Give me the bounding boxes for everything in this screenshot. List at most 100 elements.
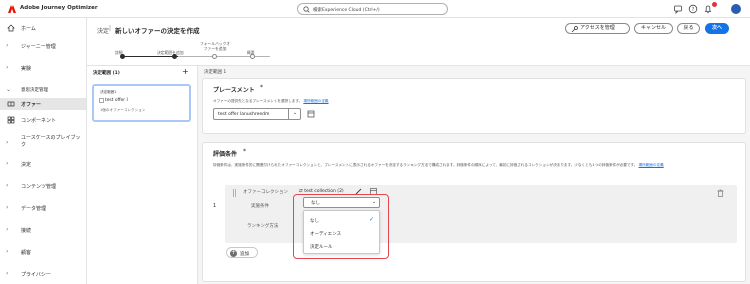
step-dot bbox=[120, 54, 125, 59]
sidebar-item-privacy[interactable]: › プライバシー bbox=[0, 268, 87, 280]
sidebar-item-components[interactable]: コンポーネント bbox=[0, 114, 87, 126]
help-icon[interactable]: ? bbox=[688, 4, 698, 14]
step-label: 決定範囲を追加 bbox=[157, 50, 184, 55]
stepper: 詳細 決定範囲を追加 フォールバックオファーを追加 概要 bbox=[111, 41, 271, 64]
select-separator bbox=[288, 109, 289, 119]
placement-description: オファーの提供先となるプレースメントを選択します。 場所範囲の定義 bbox=[213, 99, 329, 104]
offer-icon bbox=[99, 98, 104, 103]
manage-access-label: アクセスを管理 bbox=[580, 25, 615, 31]
chevron-right-icon: › bbox=[6, 42, 9, 49]
step-dot bbox=[250, 54, 255, 59]
decision-scope-title: 決定範囲 (1) bbox=[93, 71, 120, 76]
placement-selected-value: test offer lanushreedm bbox=[218, 112, 270, 117]
placement-title: プレースメント bbox=[213, 87, 255, 94]
step-dot-current bbox=[172, 54, 177, 59]
required-asterisk: * bbox=[260, 84, 263, 91]
breadcrumb-separator: | bbox=[109, 25, 112, 32]
sidebar-item-label: オファー bbox=[21, 102, 42, 108]
cancel-button[interactable]: キャンセル bbox=[634, 23, 673, 34]
trash-icon[interactable] bbox=[717, 189, 724, 197]
sidebar-item-label: コンテンツ管理 bbox=[21, 184, 57, 190]
chevron-down-icon: ⌄ bbox=[6, 86, 12, 93]
chevron-right-icon: › bbox=[6, 160, 9, 167]
add-label: 追加 bbox=[240, 252, 249, 257]
chevron-right-icon: › bbox=[6, 139, 9, 146]
breadcrumb[interactable]: 決定 bbox=[97, 26, 109, 35]
search-icon bbox=[303, 6, 310, 13]
key-icon bbox=[571, 25, 578, 32]
sidebar-item-label: 接続 bbox=[21, 228, 32, 234]
app-title: Adobe Journey Optimizer bbox=[20, 5, 98, 11]
add-icon: + bbox=[230, 249, 237, 257]
sidebar-item-journey-management[interactable]: › ジャーニー管理 bbox=[0, 40, 87, 52]
chevron-right-icon: › bbox=[6, 204, 9, 211]
sidebar-item-label: コンポーネント bbox=[21, 118, 57, 124]
page-header: 決定 | 新しいオファーの決定を作成 アクセスを管理 キャンセル 戻る 次へ 詳… bbox=[87, 18, 750, 66]
home-icon bbox=[7, 24, 15, 32]
placement-select[interactable]: test offer lanushreedm ⌄ bbox=[213, 108, 301, 120]
sidebar-item-label: プライバシー bbox=[21, 272, 51, 278]
notification-badge bbox=[712, 2, 717, 7]
decision-scope-panel: 決定範囲 (1) + 決定範囲1 test offer I 1個のオファーコレク… bbox=[87, 66, 198, 284]
back-button[interactable]: 戻る bbox=[677, 23, 700, 34]
sidebar-item-decisions[interactable]: › 決定 bbox=[0, 158, 87, 170]
next-button[interactable]: 次へ bbox=[705, 23, 729, 34]
sidebar-item-use-case-playbooks[interactable]: › ユースケースのプレイブック bbox=[0, 134, 87, 154]
criteria-row-number: 1 bbox=[213, 203, 217, 209]
add-scope-icon[interactable]: + bbox=[182, 67, 189, 76]
placement-description-text: オファーの提供先となるプレースメントを選択します。 bbox=[213, 99, 303, 103]
sidebar-heading: 意思決定管理 bbox=[21, 88, 48, 93]
ranking-label: ランキング方法 bbox=[247, 224, 279, 229]
sidebar-item-experiments[interactable]: › 実験 bbox=[0, 62, 87, 74]
scope-card-subtext: 1個のオファーコレクション bbox=[100, 108, 146, 112]
sidebar-item-label: 決定 bbox=[21, 162, 32, 168]
placement-link[interactable]: 場所範囲の定義 bbox=[303, 99, 328, 103]
sidebar-item-label: ホーム bbox=[21, 26, 36, 32]
required-asterisk: * bbox=[243, 148, 246, 155]
search-placeholder: 検索Experience Cloud (Ctrl+/) bbox=[313, 8, 380, 13]
stepper-progress bbox=[122, 56, 178, 57]
main-content: 決定範囲 1 プレースメント * オファーの提供先となるプレースメントを選択しま… bbox=[198, 66, 750, 284]
sidebar-item-offers[interactable]: オファー bbox=[0, 98, 87, 110]
eligibility-description: 評価条件は、実施条件的に関連付けられたオファーコレクションと、プレースメントに表… bbox=[213, 163, 743, 168]
chevron-right-icon: › bbox=[6, 182, 9, 189]
add-criteria-button[interactable]: + 追加 bbox=[226, 247, 258, 258]
eligibility-card: 評価条件 * 評価条件は、実施条件的に関連付けられたオファーコレクションと、プレ… bbox=[202, 142, 746, 282]
search-input[interactable]: 検索Experience Cloud (Ctrl+/) bbox=[297, 3, 448, 15]
sidebar-item-connections[interactable]: › 接続 bbox=[0, 224, 87, 236]
svg-text:?: ? bbox=[692, 7, 695, 13]
sidebar-item-data-management[interactable]: › データ管理 bbox=[0, 202, 87, 214]
sidebar: ホーム › ジャーニー管理 › 実験 ⌄ 意思決定管理 オファー コンポーネント… bbox=[0, 18, 87, 284]
placement-card: プレースメント * オファーの提供先となるプレースメントを選択します。 場所範囲… bbox=[202, 78, 746, 134]
manage-access-button[interactable]: アクセスを管理 bbox=[565, 23, 630, 34]
page-title: 新しいオファーの決定を作成 bbox=[115, 27, 200, 35]
next-label: 次へ bbox=[711, 25, 722, 31]
annotation-highlight bbox=[293, 194, 389, 259]
sidebar-item-decision-management[interactable]: ⌄ 意思決定管理 bbox=[0, 84, 87, 96]
chevron-right-icon: › bbox=[6, 64, 9, 71]
sidebar-item-label: 実験 bbox=[21, 66, 32, 72]
sidebar-item-customers[interactable]: › 顧客 bbox=[0, 246, 87, 258]
chevron-down-icon: ⌄ bbox=[293, 110, 298, 116]
adobe-logo-icon bbox=[8, 5, 16, 13]
chevron-right-icon: › bbox=[6, 226, 9, 233]
cancel-label: キャンセル bbox=[640, 25, 666, 31]
components-icon bbox=[7, 116, 15, 124]
sidebar-item-home[interactable]: ホーム bbox=[0, 22, 87, 34]
constraint-label: 実施条件 bbox=[251, 204, 269, 209]
decision-scope-card[interactable]: 決定範囲1 test offer I 1個のオファーコレクション bbox=[92, 84, 191, 122]
sidebar-item-label: データ管理 bbox=[21, 206, 47, 212]
drag-handle-icon[interactable] bbox=[233, 189, 236, 197]
step-dot bbox=[212, 54, 217, 59]
sidebar-item-label: ユースケースのプレイブック bbox=[21, 135, 81, 148]
eligibility-link[interactable]: 場所範囲の定義 bbox=[639, 163, 664, 167]
sidebar-item-content-management[interactable]: › コンテンツ管理 bbox=[0, 180, 87, 192]
chevron-right-icon: › bbox=[6, 270, 9, 277]
message-icon[interactable] bbox=[673, 4, 683, 14]
scope-card-offer: test offer I bbox=[105, 98, 128, 103]
top-bar: Adobe Journey Optimizer 検索Experience Clo… bbox=[0, 0, 750, 18]
placement-browse-icon[interactable] bbox=[307, 110, 315, 118]
offer-collection-label: オファーコレクション bbox=[243, 190, 288, 195]
back-label: 戻る bbox=[683, 25, 694, 31]
avatar[interactable] bbox=[731, 4, 741, 14]
